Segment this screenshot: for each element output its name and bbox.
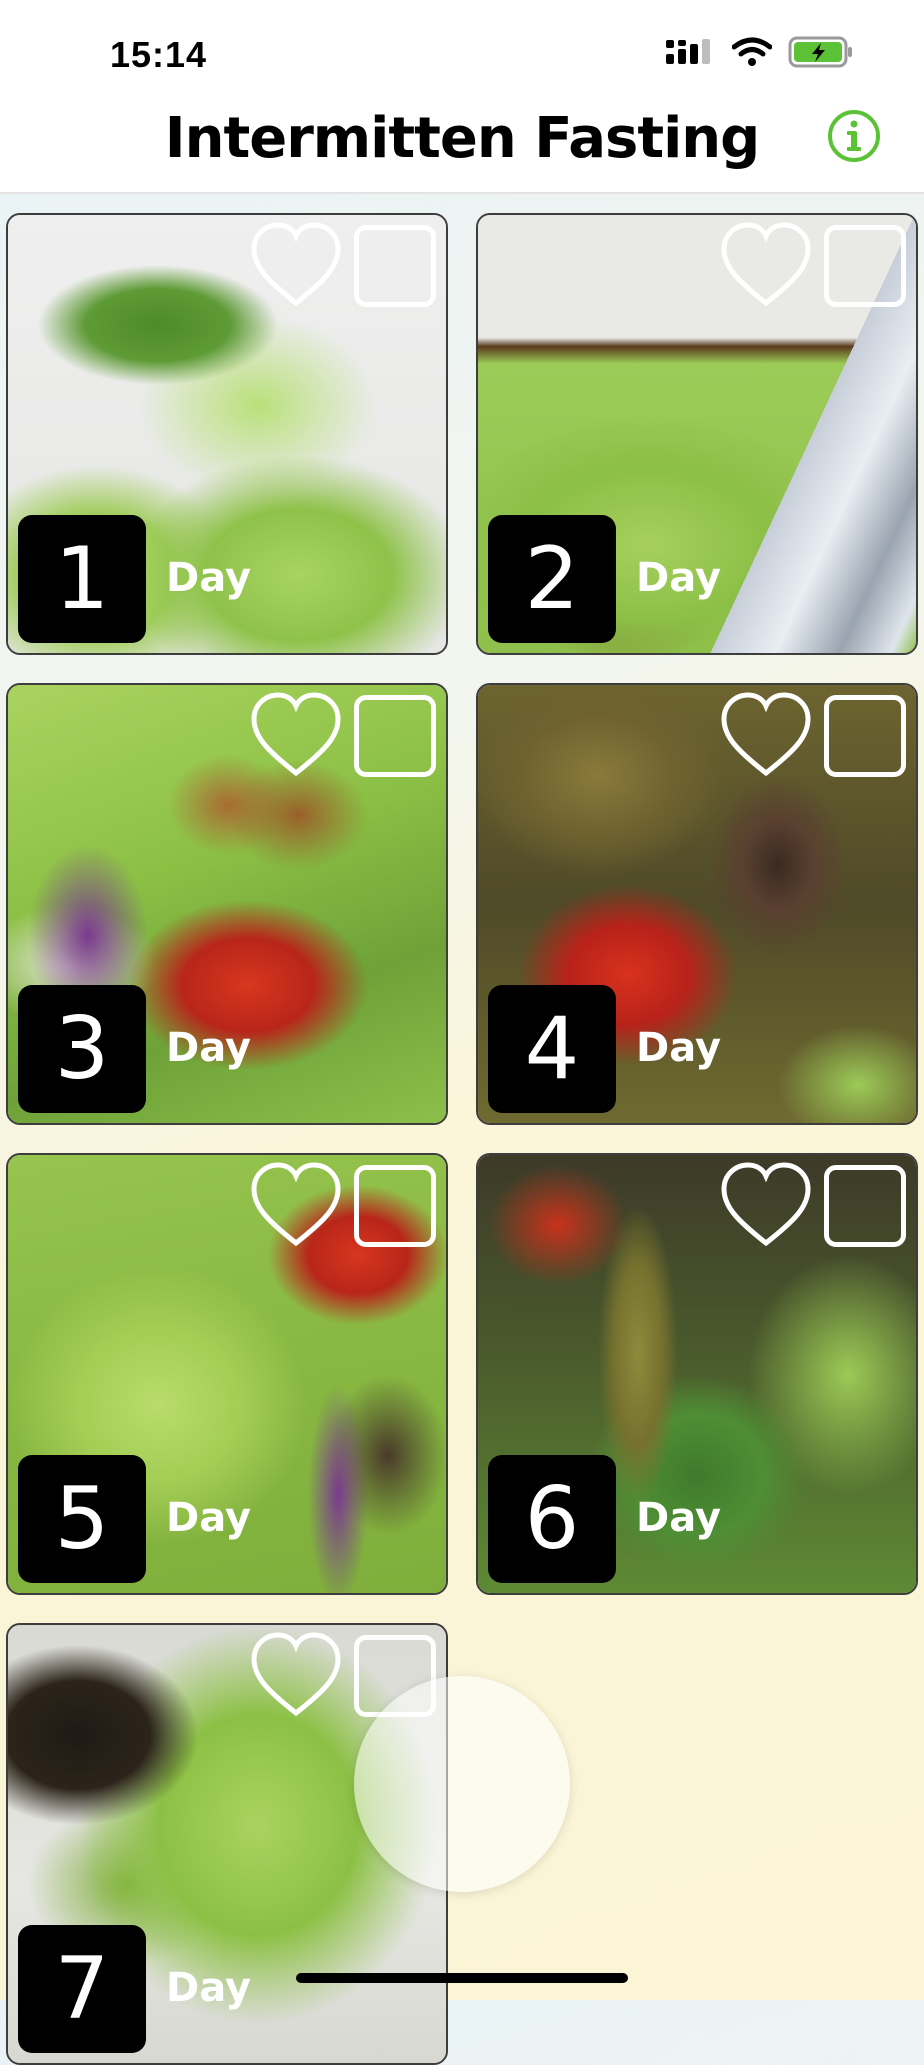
nav-bar: Intermitten Fasting — [0, 100, 924, 194]
favorite-button[interactable] — [248, 1161, 344, 1251]
heart-icon — [721, 222, 811, 307]
battery-icon — [788, 36, 852, 68]
done-checkbox[interactable] — [824, 1165, 906, 1247]
heart-icon — [251, 222, 341, 307]
day-number-badge: 5 — [18, 1455, 146, 1583]
favorite-button[interactable] — [248, 691, 344, 781]
done-checkbox[interactable] — [354, 1165, 436, 1247]
day-label: Day — [166, 1495, 252, 1541]
status-icons — [666, 36, 854, 68]
favorite-button[interactable] — [718, 1161, 814, 1251]
done-checkbox[interactable] — [824, 695, 906, 777]
day-number-badge: 6 — [488, 1455, 616, 1583]
info-icon — [828, 110, 880, 162]
day-tile[interactable]: 5 Day — [6, 1153, 448, 1595]
favorite-button[interactable] — [718, 221, 814, 311]
day-tile[interactable]: 6 Day — [476, 1153, 918, 1595]
heart-icon — [251, 692, 341, 777]
info-button[interactable] — [826, 108, 882, 164]
wifi-icon — [732, 37, 772, 66]
day-label: Day — [636, 555, 722, 601]
heart-icon — [251, 1632, 341, 1717]
day-number-badge: 4 — [488, 985, 616, 1113]
done-checkbox[interactable] — [824, 225, 906, 307]
day-number-badge: 2 — [488, 515, 616, 643]
heart-icon — [721, 692, 811, 777]
day-tile[interactable]: 3 Day — [6, 683, 448, 1125]
page-title: Intermitten Fasting — [164, 106, 761, 171]
day-number-badge: 7 — [18, 1925, 146, 2053]
favorite-button[interactable] — [248, 221, 344, 311]
day-label: Day — [166, 555, 252, 601]
day-label: Day — [166, 1025, 252, 1071]
heart-icon — [721, 1162, 811, 1247]
favorite-button[interactable] — [718, 691, 814, 781]
home-indicator[interactable] — [296, 1973, 628, 1983]
status-time: 15:14 — [110, 34, 208, 75]
signal-icon — [666, 39, 710, 64]
day-label: Day — [636, 1025, 722, 1071]
heart-icon — [251, 1162, 341, 1247]
done-checkbox[interactable] — [354, 695, 436, 777]
day-number-badge: 3 — [18, 985, 146, 1113]
done-checkbox[interactable] — [354, 225, 436, 307]
status-bar: 15:14 — [0, 0, 924, 100]
floating-action-button[interactable] — [354, 1676, 570, 1892]
day-label: Day — [166, 1965, 252, 2011]
day-number-badge: 1 — [18, 515, 146, 643]
day-tile[interactable]: 1 Day — [6, 213, 448, 655]
day-label: Day — [636, 1495, 722, 1541]
day-tile[interactable]: 4 Day — [476, 683, 918, 1125]
day-tile[interactable]: 2 Day — [476, 213, 918, 655]
favorite-button[interactable] — [248, 1631, 344, 1721]
